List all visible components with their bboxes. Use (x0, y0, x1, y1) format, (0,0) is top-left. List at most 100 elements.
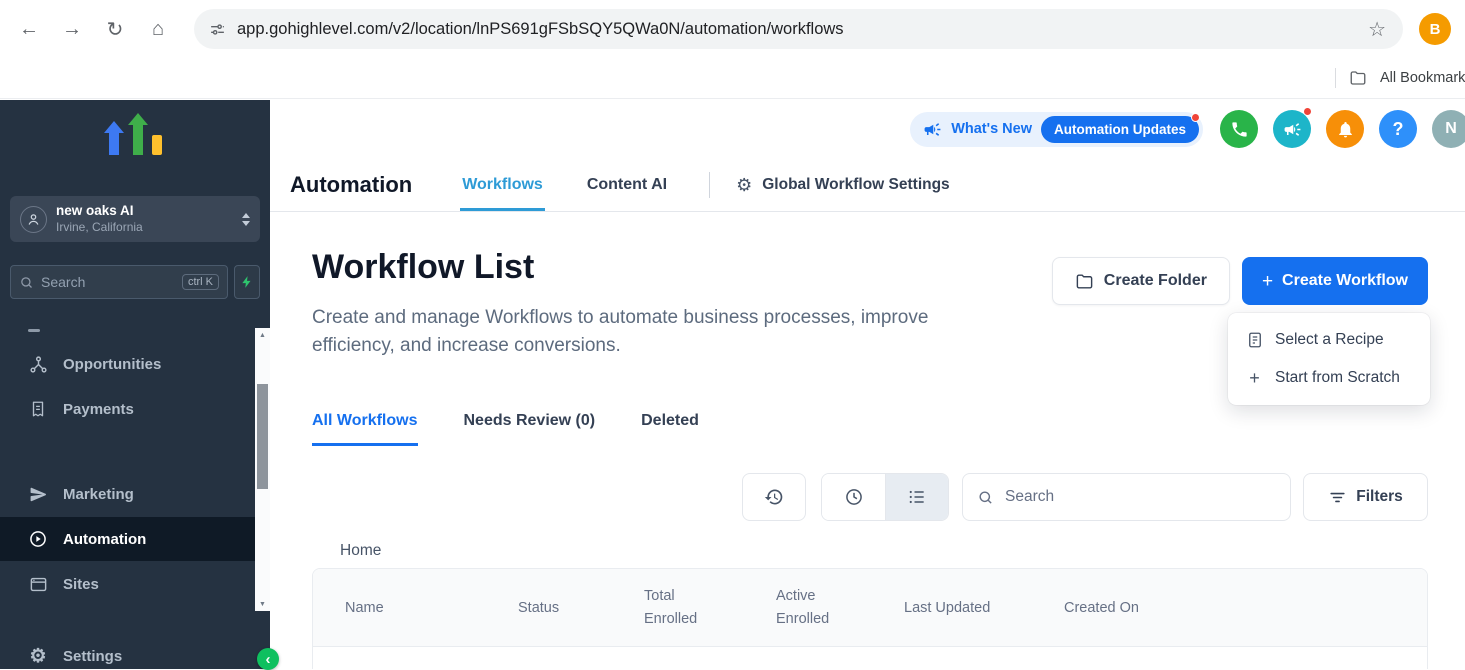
plus-icon: + (1262, 272, 1273, 291)
create-folder-button[interactable]: Create Folder (1052, 257, 1230, 305)
tab-needs-review[interactable]: Needs Review (0) (464, 412, 596, 446)
url-bar[interactable]: app.gohighlevel.com/v2/location/lnPS691g… (194, 9, 1403, 49)
account-avatar-icon (20, 206, 47, 233)
account-switcher[interactable]: new oaks AI Irvine, California (10, 196, 260, 242)
table-row (313, 647, 1427, 669)
breadcrumb[interactable]: Home (340, 542, 381, 560)
tab-workflows[interactable]: Workflows (460, 158, 545, 211)
filters-button[interactable]: Filters (1303, 473, 1428, 521)
column-header-last-updated: Last Updated (904, 600, 1064, 616)
table-header-row: Name Status Total Enrolled Active Enroll… (313, 569, 1427, 647)
sidebar-item-label: Marketing (63, 486, 134, 503)
scrollbar-thumb[interactable] (257, 384, 268, 489)
sidebar-item-payments[interactable]: Payments (0, 387, 255, 431)
sidebar-item-sites[interactable]: Sites (0, 562, 255, 606)
user-avatar[interactable]: N (1432, 110, 1465, 148)
clock-icon (844, 487, 864, 507)
browser-toolbar: ← → ↻ ⌂ app.gohighlevel.com/v2/location/… (0, 0, 1465, 58)
header-border (270, 211, 1465, 212)
sidebar-collapse-button[interactable]: ‹ (257, 648, 279, 670)
megaphone-outline-icon (923, 120, 942, 139)
phone-icon (1230, 120, 1249, 139)
folder-icon (1075, 272, 1094, 291)
sidebar: new oaks AI Irvine, California Search ct… (0, 100, 270, 669)
automation-updates-label: Automation Updates (1054, 122, 1186, 137)
notifications-button[interactable] (1326, 110, 1364, 148)
cta-buttons: Create Folder + Create Workflow (1052, 257, 1428, 305)
global-workflow-settings-link[interactable]: Global Workflow Settings (762, 176, 949, 194)
browser-profile-avatar[interactable]: B (1419, 13, 1451, 45)
search-icon (19, 275, 34, 290)
column-header-total-enrolled: Total Enrolled (644, 585, 776, 630)
gohighlevel-logo-icon (102, 113, 168, 163)
column-header-name: Name (313, 600, 518, 616)
create-workflow-button[interactable]: + Create Workflow (1242, 257, 1428, 305)
search-icon (977, 489, 994, 506)
sidebar-item-label: Opportunities (63, 356, 161, 373)
create-folder-label: Create Folder (1104, 272, 1207, 290)
question-mark-icon: ? (1393, 119, 1404, 140)
phone-button[interactable] (1220, 110, 1258, 148)
automation-header: Automation Workflows Content AI ⚙ Global… (290, 158, 1465, 211)
tab-all-workflows[interactable]: All Workflows (312, 412, 418, 446)
scroll-down-icon[interactable]: ▼ (255, 597, 270, 611)
search-input[interactable] (1003, 487, 1276, 507)
tab-deleted[interactable]: Deleted (641, 412, 699, 446)
column-header-active-enrolled: Active Enrolled (776, 585, 904, 630)
menu-item-label: Start from Scratch (1275, 369, 1400, 387)
bookmark-star-icon[interactable]: ☆ (1366, 17, 1388, 42)
menu-item-select-a-recipe[interactable]: Select a Recipe (1228, 321, 1430, 359)
sidebar-scrollbar[interactable]: ▲ ▼ (255, 328, 270, 611)
sidebar-item-label: Sites (63, 576, 99, 593)
opportunities-icon (28, 354, 48, 374)
filters-label: Filters (1356, 488, 1403, 506)
megaphone-icon (1283, 120, 1302, 139)
all-bookmarks-label[interactable]: All Bookmarks (1380, 70, 1465, 86)
url-text: app.gohighlevel.com/v2/location/lnPS691g… (237, 20, 1366, 39)
scrollbar-track[interactable] (255, 342, 270, 597)
back-icon[interactable]: ← (11, 11, 47, 47)
account-name: new oaks AI (56, 202, 143, 220)
main-content: What's New Automation Updates ? N Automa… (270, 100, 1465, 669)
page-title: Workflow List (312, 248, 534, 287)
sites-icon (28, 574, 48, 594)
column-header-status: Status (518, 600, 644, 616)
quick-actions-bolt-icon[interactable] (234, 265, 260, 299)
history-button[interactable] (742, 473, 806, 521)
workflow-search (962, 473, 1291, 521)
list-icon (907, 487, 927, 507)
list-toolbar: Filters (742, 473, 1428, 521)
bookmarks-divider (1335, 68, 1336, 88)
recipe-icon (1245, 331, 1264, 349)
header-divider (709, 172, 710, 198)
automation-icon (28, 529, 48, 549)
view-toggle-group (821, 473, 949, 521)
list-view-button[interactable] (885, 474, 948, 520)
sidebar-item-opportunities[interactable]: Opportunities (0, 342, 255, 386)
automation-updates-badge[interactable]: Automation Updates (1041, 116, 1199, 143)
sidebar-item-marketing[interactable]: Marketing (0, 472, 255, 516)
create-workflow-dropdown: Select a Recipe + Start from Scratch (1228, 313, 1430, 405)
sidebar-search-placeholder: Search (41, 274, 175, 290)
page-section-title: Automation (290, 172, 412, 198)
recent-view-button[interactable] (822, 474, 885, 520)
whats-new-button[interactable]: What's New Automation Updates (910, 112, 1203, 147)
gear-icon: ⚙ (736, 176, 752, 194)
site-info-icon[interactable] (209, 21, 226, 38)
forward-icon[interactable]: → (54, 11, 90, 47)
menu-item-start-from-scratch[interactable]: + Start from Scratch (1228, 359, 1430, 397)
page-description: Create and manage Workflows to automate … (312, 304, 1012, 359)
scroll-up-icon[interactable]: ▲ (255, 328, 270, 342)
tab-content-ai[interactable]: Content AI (585, 158, 669, 211)
sidebar-item-automation[interactable]: Automation (0, 517, 255, 561)
refresh-icon[interactable]: ↻ (97, 11, 133, 47)
bell-icon (1336, 120, 1355, 139)
sidebar-search-input[interactable]: Search ctrl K (10, 265, 228, 299)
announcements-button[interactable] (1273, 110, 1311, 148)
home-icon[interactable]: ⌂ (140, 11, 176, 47)
search-shortcut-badge: ctrl K (182, 274, 219, 290)
sidebar-item-settings[interactable]: ⚙ Settings (0, 634, 255, 669)
help-button[interactable]: ? (1379, 110, 1417, 148)
column-header-created-on: Created On (1064, 600, 1427, 616)
folder-icon (1349, 69, 1367, 87)
